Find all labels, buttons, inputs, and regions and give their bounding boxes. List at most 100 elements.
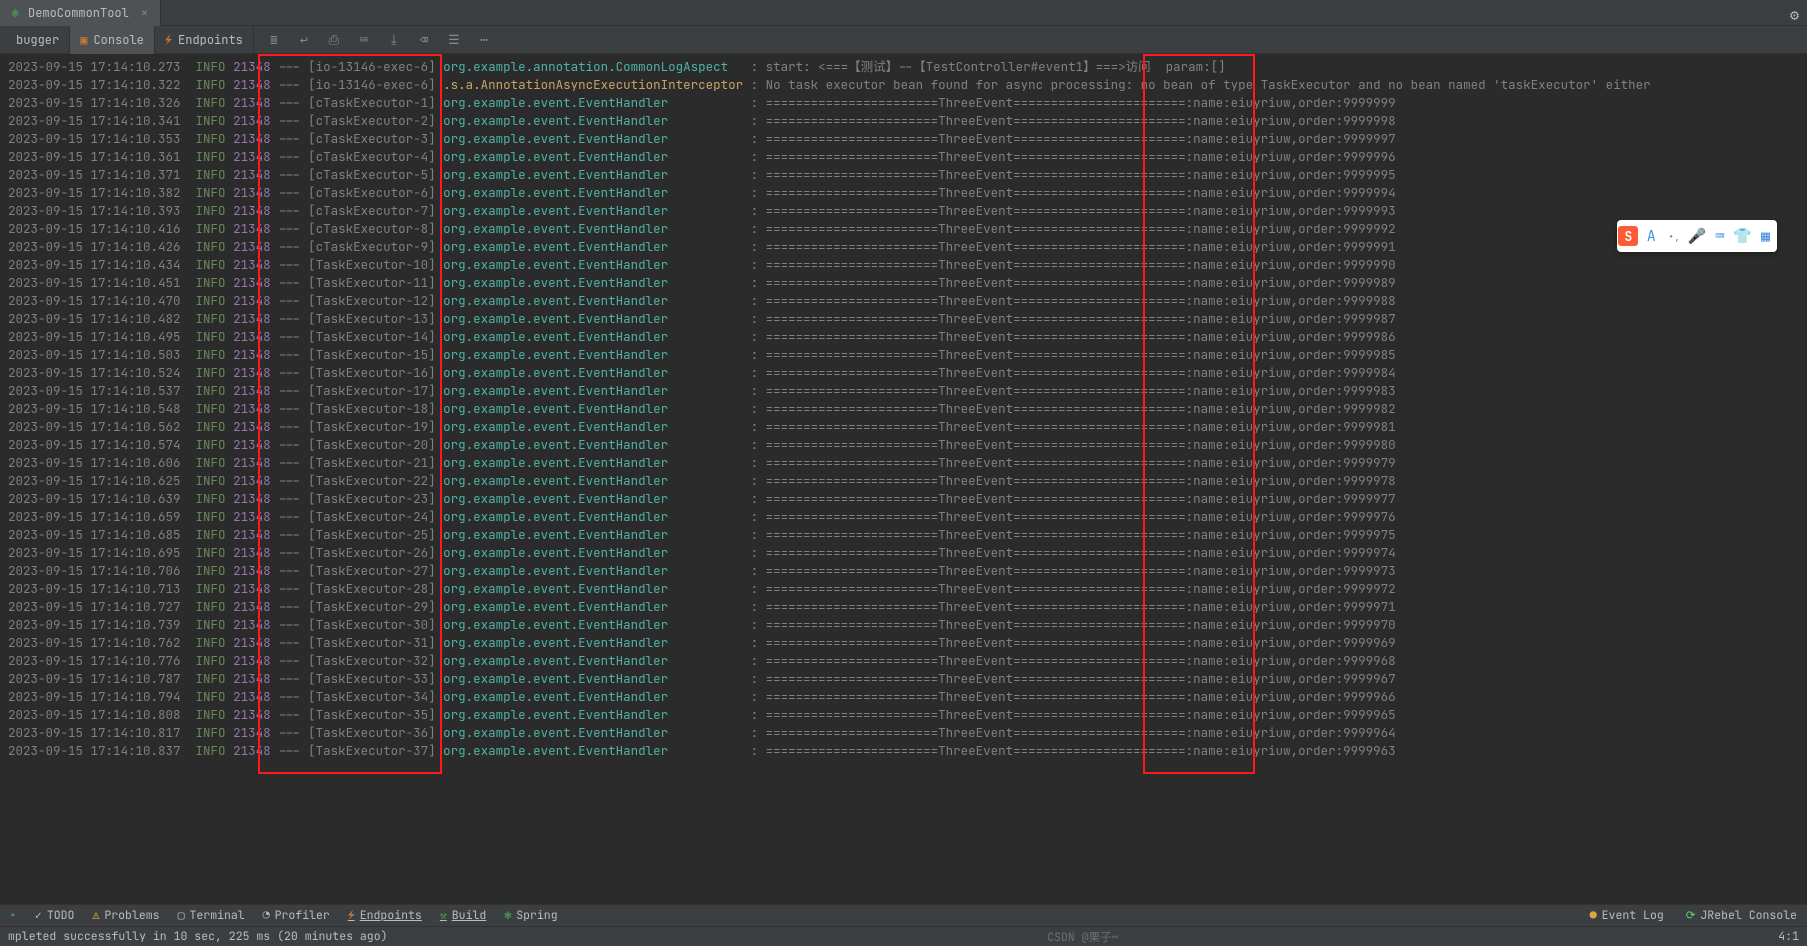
log-line: 2023-09-15 17:14:10.382 INFO 21348 --- [… [8,184,1807,202]
tab-endpoints-label: Endpoints [178,32,243,48]
log-line: 2023-09-15 17:14:10.727 INFO 21348 --- [… [8,598,1807,616]
log-line: 2023-09-15 17:14:10.273 INFO 21348 --- [… [8,58,1807,76]
tab-endpoints[interactable]: ⚡ Endpoints [155,26,254,54]
log-line: 2023-09-15 17:14:10.495 INFO 21348 --- [… [8,328,1807,346]
bottom-toolwindow-bar: ▸ ✓ TODO ⚠Problems ▢ Terminal ◔ Profiler ⚡ E… [0,904,1807,926]
terminal-icon: ▢ [178,908,185,923]
print-icon[interactable]: ⎙ [326,32,342,48]
log-line: 2023-09-15 17:14:10.361 INFO 21348 --- [… [8,148,1807,166]
terminal-label: Terminal [190,908,245,923]
more-icon[interactable]: ⋯ [476,32,492,48]
log-line: 2023-09-15 17:14:10.625 INFO 21348 --- [… [8,472,1807,490]
status-caret-pos: 4:1 [1778,929,1799,944]
log-line: 2023-09-15 17:14:10.434 INFO 21348 --- [… [8,256,1807,274]
toolstrip-endpoints[interactable]: ⚡ Endpoints [348,908,422,923]
log-line: 2023-09-15 17:14:10.470 INFO 21348 --- [… [8,292,1807,310]
export-icon[interactable]: ⤓ [386,32,402,48]
toolstrip-eventlog[interactable]: ●Event Log [1590,908,1664,923]
build-label: Build [452,908,487,923]
profiler-label: Profiler [275,908,330,923]
soft-wrap-icon[interactable]: ↩ [296,32,312,48]
jrebel-icon: ⟳ [1686,908,1696,923]
tab-democommtool[interactable]: ❃ DemoCommonTool × [0,0,161,26]
log-line: 2023-09-15 17:14:10.341 INFO 21348 --- [… [8,112,1807,130]
log-line: 2023-09-15 17:14:10.659 INFO 21348 --- [… [8,508,1807,526]
log-line: 2023-09-15 17:14:10.371 INFO 21348 --- [… [8,166,1807,184]
log-line: 2023-09-15 17:14:10.482 INFO 21348 --- [… [8,310,1807,328]
log-line: 2023-09-15 17:14:10.537 INFO 21348 --- [… [8,382,1807,400]
toolstrip-profiler[interactable]: ◔ Profiler [263,908,330,923]
tool-window-tabs: bugger ▣ Console ⚡ Endpoints ≣ ↩ ⎙ ⎃ ⤓ ⌫… [0,26,1807,54]
status-bar: mpleted successfully in 10 sec, 225 ms (… [0,926,1807,946]
log-line: 2023-09-15 17:14:10.776 INFO 21348 --- [… [8,652,1807,670]
log-line: 2023-09-15 17:14:10.837 INFO 21348 --- [… [8,742,1807,760]
log-line: 2023-09-15 17:14:10.639 INFO 21348 --- [… [8,490,1807,508]
log-line: 2023-09-15 17:14:10.353 INFO 21348 --- [… [8,130,1807,148]
toolstrip-build[interactable]: ⚒ Build [440,908,486,923]
spring-icon: ❃ [504,908,511,923]
log-line: 2023-09-15 17:14:10.787 INFO 21348 --- [… [8,670,1807,688]
log-line: 2023-09-15 17:14:10.794 INFO 21348 --- [… [8,688,1807,706]
log-line: 2023-09-15 17:14:10.606 INFO 21348 --- [… [8,454,1807,472]
log-line: 2023-09-15 17:14:10.574 INFO 21348 --- [… [8,436,1807,454]
log-line: 2023-09-15 17:14:10.451 INFO 21348 --- [… [8,274,1807,292]
log-line: 2023-09-15 17:14:10.762 INFO 21348 --- [… [8,634,1807,652]
toolstrip-run[interactable]: ▸ [10,908,17,923]
log-line: 2023-09-15 17:14:10.808 INFO 21348 --- [… [8,706,1807,724]
log-line: 2023-09-15 17:14:10.426 INFO 21348 --- [… [8,238,1807,256]
tab-debugger[interactable]: bugger [0,26,70,54]
ime-keyboard-icon[interactable]: ⌨ [1710,226,1730,246]
toolstrip-spring[interactable]: ❃ Spring [504,908,557,923]
log-line: 2023-09-15 17:14:10.562 INFO 21348 --- [… [8,418,1807,436]
console-output-pane[interactable]: 2023-09-15 17:14:10.273 INFO 21348 --- [… [0,54,1807,904]
ime-language-icon[interactable]: A [1641,226,1661,246]
profiler-icon: ◔ [263,908,270,923]
endpoints-label: Endpoints [360,908,422,923]
log-line: 2023-09-15 17:14:10.393 INFO 21348 --- [… [8,202,1807,220]
log-line: 2023-09-15 17:14:10.548 INFO 21348 --- [… [8,400,1807,418]
log-line: 2023-09-15 17:14:10.685 INFO 21348 --- [… [8,526,1807,544]
todo-icon: ✓ [35,908,42,923]
scroll-to-end-icon[interactable]: ≣ [266,32,282,48]
toolstrip-terminal[interactable]: ▢ Terminal [178,908,245,923]
status-watermark: CSDN @栗子~ [1047,929,1118,945]
endpoints-icon2: ⚡ [348,908,355,923]
close-icon[interactable]: × [141,5,148,21]
settings-icon[interactable]: ☰ [446,32,462,48]
status-text-left: mpleted successfully in 10 sec, 225 ms (… [8,929,388,944]
ime-toolbox-icon[interactable]: ▦ [1755,226,1775,246]
ime-toolbar[interactable]: S A •, 🎤 ⌨ 👕 ▦ [1617,220,1777,252]
ime-separator-icon: •, [1664,226,1684,246]
tab-console[interactable]: ▣ Console [70,26,155,54]
ime-sogou-icon[interactable]: S [1618,226,1638,246]
log-line: 2023-09-15 17:14:10.739 INFO 21348 --- [… [8,616,1807,634]
filter-icon[interactable]: ⎃ [356,32,372,48]
problems-icon: ⚠ [92,908,99,923]
ime-skin-icon[interactable]: 👕 [1733,226,1753,246]
console-toolbar-icons: ≣ ↩ ⎙ ⎃ ⤓ ⌫ ☰ ⋯ [254,32,492,48]
console-icon: ▣ [80,32,87,48]
jrebel-label: JRebel Console [1700,908,1797,923]
ime-voice-icon[interactable]: 🎤 [1687,226,1707,246]
toolstrip-problems[interactable]: ⚠Problems [92,908,159,923]
log-line: 2023-09-15 17:14:10.713 INFO 21348 --- [… [8,580,1807,598]
log-line: 2023-09-15 17:14:10.524 INFO 21348 --- [… [8,364,1807,382]
todo-label: TODO [47,908,75,923]
run-icon: ▸ [10,908,17,923]
hammer-icon: ⚒ [440,908,447,923]
log-line: 2023-09-15 17:14:10.322 INFO 21348 --- [… [8,76,1807,94]
tab-console-label: Console [93,32,143,48]
editor-tab-bar: ❃ DemoCommonTool × ⚙ [0,0,1807,26]
spring-label: Spring [516,908,557,923]
log-line: 2023-09-15 17:14:10.695 INFO 21348 --- [… [8,544,1807,562]
toolstrip-jrebel[interactable]: ⟳ JRebel Console [1686,908,1797,923]
tab-title: DemoCommonTool [28,5,129,21]
log-line: 2023-09-15 17:14:10.416 INFO 21348 --- [… [8,220,1807,238]
toolstrip-todo[interactable]: ✓ TODO [35,908,75,923]
clear-icon[interactable]: ⌫ [416,32,432,48]
log-line: 2023-09-15 17:14:10.706 INFO 21348 --- [… [8,562,1807,580]
log-line: 2023-09-15 17:14:10.817 INFO 21348 --- [… [8,724,1807,742]
gear-icon[interactable]: ⚙ [1790,5,1799,25]
eventlog-label: Event Log [1602,908,1664,923]
log-line: 2023-09-15 17:14:10.326 INFO 21348 --- [… [8,94,1807,112]
